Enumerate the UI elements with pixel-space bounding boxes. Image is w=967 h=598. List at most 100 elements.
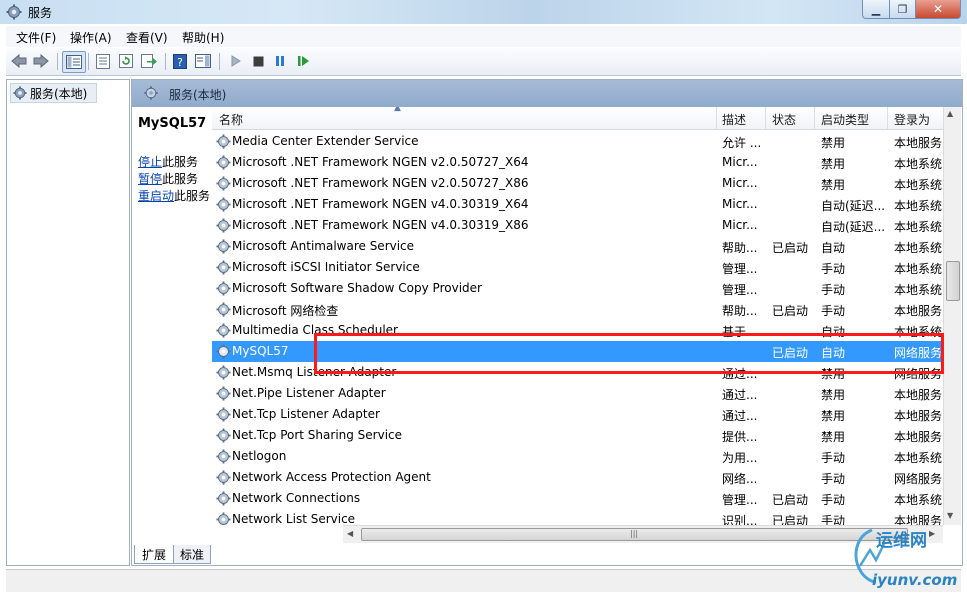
table-row[interactable]: Netlogon 为用... 手动 本地系统	[212, 446, 943, 467]
cell-startup-type: 手动	[821, 514, 846, 525]
menu-file[interactable]: 文件(F)	[16, 29, 56, 46]
cell-name: Microsoft .NET Framework NGEN v4.0.30319…	[232, 218, 529, 232]
tree-item-services-local[interactable]: 服务(本地)	[10, 83, 97, 103]
pause-service-button[interactable]	[270, 52, 290, 70]
stop-service-link[interactable]: 停止	[138, 155, 162, 169]
cell-description: 通过...	[722, 388, 758, 402]
vertical-scroll-thumb[interactable]	[946, 261, 960, 301]
toolbar: ?	[6, 48, 961, 76]
table-row[interactable]: Multimedia Class Scheduler 基于... 自动 本地系统	[212, 320, 943, 341]
cell-description: 通过...	[722, 409, 758, 423]
show-action-pane-button[interactable]	[193, 52, 213, 70]
column-header-startup-type[interactable]: 启动类型	[821, 111, 869, 128]
table-row[interactable]: Microsoft .NET Framework NGEN v4.0.30319…	[212, 194, 943, 215]
action-pane-icon	[195, 54, 211, 68]
service-gear-icon	[216, 323, 231, 338]
action-suffix: 此服务	[162, 172, 199, 186]
cell-description: 允许 ...	[722, 136, 762, 150]
restart-icon	[297, 56, 309, 66]
table-row[interactable]: Net.Tcp Port Sharing Service 提供... 禁用 本地服务	[212, 425, 943, 446]
cell-log-on-as: 本地服务	[894, 409, 943, 423]
restart-action: 重启动此服务	[138, 187, 210, 204]
cell-startup-type: 禁用	[821, 157, 846, 171]
menu-action[interactable]: 操作(A)	[70, 29, 112, 46]
vertical-scrollbar[interactable]: ▲ ▼	[943, 107, 961, 525]
cell-name: Net.Tcp Port Sharing Service	[232, 428, 403, 442]
menu-view[interactable]: 查看(V)	[126, 29, 168, 46]
table-row[interactable]: Microsoft Software Shadow Copy Provider 管…	[212, 278, 943, 299]
table-row[interactable]: Microsoft Antimalware Service 帮助... 已启动 自动 本…	[212, 236, 943, 257]
window-title: 服务	[28, 6, 53, 20]
service-gear-icon	[216, 197, 231, 212]
scroll-up-icon[interactable]: ▲	[947, 109, 953, 118]
cell-log-on-as: 本地系统	[894, 262, 943, 276]
close-icon: ✕	[932, 2, 944, 16]
restart-service-link[interactable]: 重启动	[138, 189, 174, 203]
service-gear-icon	[216, 281, 231, 296]
service-gear-icon	[216, 428, 231, 443]
cell-log-on-as: 本地系统	[894, 325, 943, 339]
table-row[interactable]: Microsoft .NET Framework NGEN v2.0.50727…	[212, 173, 943, 194]
table-row[interactable]: Microsoft 网络检查 帮助... 已启动 手动 本地服务	[212, 299, 943, 320]
sort-ascending-icon: ▲	[394, 107, 401, 113]
scroll-right-icon[interactable]: ▶	[929, 529, 935, 538]
stop-service-button[interactable]	[248, 52, 268, 70]
table-row[interactable]: Microsoft iSCSI Initiator Service 管理... 手动…	[212, 257, 943, 278]
cell-name: Network Access Protection Agent	[232, 470, 431, 484]
help-button[interactable]: ?	[170, 52, 190, 70]
arrow-left-icon	[11, 54, 27, 68]
action-suffix: 此服务	[174, 189, 211, 203]
pause-service-link[interactable]: 暂停	[138, 172, 162, 186]
cell-description: 管理...	[722, 283, 758, 297]
minimize-button[interactable]: ▁	[862, 0, 890, 19]
table-row-selected[interactable]: MySQL57 已启动 自动 网络服务	[212, 341, 943, 362]
service-gear-icon	[216, 176, 231, 191]
start-service-button[interactable]	[226, 52, 246, 70]
forward-button[interactable]	[31, 52, 51, 70]
arrow-right-icon	[33, 54, 49, 68]
column-header-name[interactable]: 名称	[219, 111, 243, 128]
table-row[interactable]: Net.Pipe Listener Adapter 通过... 禁用 本地服务	[212, 383, 943, 404]
show-hide-tree-button[interactable]	[62, 51, 86, 73]
properties-button[interactable]	[93, 52, 113, 70]
table-row[interactable]: Network List Service 识别... 已启动 手动 本地服务	[212, 509, 943, 525]
refresh-button[interactable]	[116, 52, 136, 70]
cell-name: MySQL57	[232, 344, 289, 358]
scroll-down-icon[interactable]: ▼	[947, 511, 953, 520]
tab-standard[interactable]: 标准	[173, 545, 211, 564]
maximize-button[interactable]: ❐	[890, 0, 916, 19]
help-icon: ?	[173, 53, 187, 69]
table-row[interactable]: Network Connections 管理... 已启动 手动 本地系统	[212, 488, 943, 509]
back-button[interactable]	[9, 52, 29, 70]
column-header-description[interactable]: 描述	[722, 111, 746, 128]
cell-log-on-as: 本地系统	[894, 493, 943, 507]
horizontal-scroll-thumb[interactable]: |||	[361, 528, 908, 541]
column-header-log-on-as[interactable]: 登录为	[894, 111, 930, 128]
stop-icon	[253, 56, 263, 66]
table-row[interactable]: Microsoft .NET Framework NGEN v4.0.30319…	[212, 215, 943, 236]
service-gear-icon	[216, 302, 231, 317]
export-list-button[interactable]	[139, 52, 159, 70]
cell-log-on-as: 本地系统	[894, 241, 943, 255]
close-button[interactable]: ✕	[916, 0, 961, 19]
grip-icon: |||	[630, 529, 639, 538]
column-header-status[interactable]: 状态	[772, 111, 796, 128]
table-row[interactable]: Media Center Extender Service 允许 ... 禁用 本地服…	[212, 131, 943, 152]
restart-service-button[interactable]	[293, 52, 313, 70]
cell-description: Micr...	[722, 176, 758, 190]
table-row[interactable]: Microsoft .NET Framework NGEN v2.0.50727…	[212, 152, 943, 173]
cell-log-on-as: 本地服务	[894, 304, 943, 318]
export-icon	[141, 54, 157, 68]
table-row[interactable]: Net.Msmq Listener Adapter 通过... 禁用 网络服务	[212, 362, 943, 383]
table-row[interactable]: Net.Tcp Listener Adapter 通过... 禁用 本地服务	[212, 404, 943, 425]
scroll-left-icon[interactable]: ◀	[347, 529, 353, 538]
refresh-icon	[119, 54, 133, 68]
pause-icon	[276, 56, 284, 66]
tab-extended[interactable]: 扩展	[134, 545, 174, 564]
menu-help[interactable]: 帮助(H)	[182, 29, 224, 46]
cell-name: Microsoft .NET Framework NGEN v2.0.50727…	[232, 176, 529, 190]
console-tree: 服务(本地)	[6, 79, 130, 566]
cell-name: Netlogon	[232, 449, 287, 463]
cell-log-on-as: 本地服务	[894, 430, 943, 444]
table-row[interactable]: Network Access Protection Agent 网络... 手动 网络…	[212, 467, 943, 488]
